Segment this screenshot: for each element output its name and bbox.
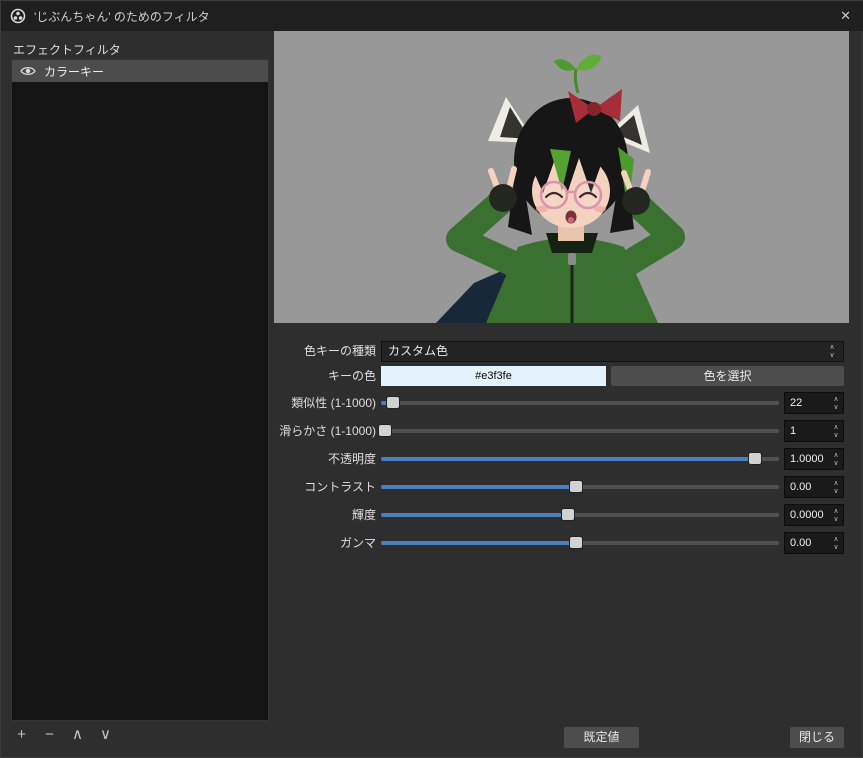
contrast-label: コントラスト (304, 480, 376, 494)
key-color-swatch[interactable]: #e3f3fe (381, 366, 606, 386)
smoothness-label: 滑らかさ (1-1000) (279, 424, 376, 438)
add-filter-button[interactable]: + (13, 724, 30, 746)
slider-fill (381, 457, 756, 461)
gamma-label: ガンマ (339, 536, 376, 550)
combo-arrows-icon: ∧ ∨ (829, 344, 835, 359)
smoothness-value: 1 (790, 425, 797, 437)
character-illustration (436, 54, 685, 323)
smoothness-slider[interactable] (377, 420, 779, 442)
filter-list[interactable]: カラーキー (11, 59, 269, 721)
dialog-title: 'じぶんちゃん' のためのフィルタ (34, 9, 210, 24)
slider-handle[interactable] (561, 508, 576, 521)
key-color-label: キーの色 (327, 369, 376, 383)
gamma-slider[interactable] (381, 532, 779, 554)
eye-icon[interactable] (20, 65, 36, 77)
smoothness-spinbox[interactable]: 1 ∧ ∨ (784, 420, 844, 442)
slider-track[interactable] (381, 429, 779, 433)
plus-icon: + (17, 726, 26, 743)
slider-track[interactable] (381, 401, 779, 405)
opacity-label: 不透明度 (327, 452, 376, 466)
filters-dialog: 'じぶんちゃん' のためのフィルタ ✕ エフェクトフィルタ カラーキー + − … (0, 0, 863, 758)
contrast-slider[interactable] (381, 476, 779, 498)
color-key-type-label: 色キーの種類 (303, 344, 376, 358)
filter-item-color-key[interactable]: カラーキー (12, 60, 268, 82)
similarity-value: 22 (790, 397, 803, 409)
similarity-slider[interactable] (381, 392, 779, 414)
move-filter-down-button[interactable]: ∨ (97, 724, 114, 746)
slider-fill (381, 513, 569, 517)
obs-logo-icon (10, 8, 26, 24)
contrast-value: 0.00 (790, 481, 812, 493)
brightness-value: 0.0000 (790, 509, 824, 521)
slider-fill (381, 485, 577, 489)
spinner-arrows-icon[interactable]: ∧ ∨ (829, 393, 843, 413)
select-color-button[interactable]: 色を選択 (611, 366, 844, 386)
slider-handle[interactable] (385, 396, 400, 409)
effect-filters-header: エフェクトフィルタ (13, 43, 121, 57)
spinner-arrows-icon[interactable]: ∧ ∨ (829, 533, 843, 553)
spinner-arrows-icon[interactable]: ∧ ∨ (829, 449, 843, 469)
combo-selected-value: カスタム色 (388, 344, 449, 358)
gamma-value: 0.00 (790, 537, 812, 549)
opacity-value: 1.0000 (790, 453, 824, 465)
filter-list-toolbar: + − ∧ ∨ (13, 724, 114, 746)
color-key-type-select[interactable]: カスタム色 ∧ ∨ (381, 341, 844, 362)
similarity-spinbox[interactable]: 22 ∧ ∨ (784, 392, 844, 414)
slider-handle[interactable] (748, 452, 763, 465)
chevron-down-icon: ∨ (100, 726, 111, 743)
spinner-arrows-icon[interactable]: ∧ ∨ (829, 505, 843, 525)
slider-handle[interactable] (569, 480, 584, 493)
spinner-arrows-icon[interactable]: ∧ ∨ (829, 421, 843, 441)
filter-item-label: カラーキー (44, 64, 105, 79)
slider-handle[interactable] (377, 424, 392, 437)
close-icon[interactable]: ✕ (840, 1, 851, 31)
brightness-label: 輝度 (351, 508, 376, 522)
brightness-slider[interactable] (381, 504, 779, 526)
move-filter-up-button[interactable]: ∧ (69, 724, 86, 746)
slider-fill (381, 541, 577, 545)
similarity-label: 類似性 (1-1000) (291, 396, 376, 410)
close-button[interactable]: 閉じる (790, 727, 844, 748)
filter-preview-area (274, 31, 849, 323)
titlebar[interactable]: 'じぶんちゃん' のためのフィルタ ✕ (1, 1, 863, 31)
gamma-spinbox[interactable]: 0.00 ∧ ∨ (784, 532, 844, 554)
minus-icon: − (45, 726, 54, 743)
opacity-slider[interactable] (381, 448, 779, 470)
key-color-value: #e3f3fe (475, 370, 512, 382)
slider-handle[interactable] (569, 536, 584, 549)
brightness-spinbox[interactable]: 0.0000 ∧ ∨ (784, 504, 844, 526)
opacity-spinbox[interactable]: 1.0000 ∧ ∨ (784, 448, 844, 470)
remove-filter-button[interactable]: − (41, 724, 58, 746)
chevron-up-icon: ∧ (72, 726, 83, 743)
defaults-button[interactable]: 既定値 (564, 727, 639, 748)
spinner-arrows-icon[interactable]: ∧ ∨ (829, 477, 843, 497)
contrast-spinbox[interactable]: 0.00 ∧ ∨ (784, 476, 844, 498)
